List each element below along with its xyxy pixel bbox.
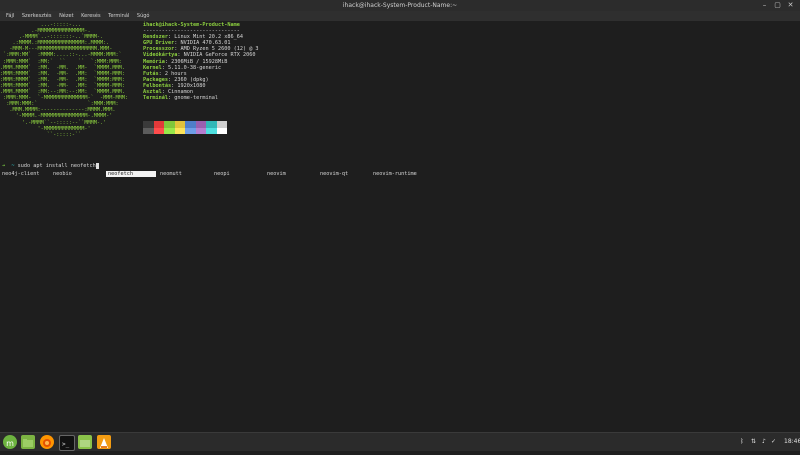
info-key: Futás bbox=[143, 70, 159, 77]
color-swatch bbox=[164, 127, 175, 134]
menu-icon[interactable]: m bbox=[3, 435, 17, 449]
completion-item[interactable]: neovim bbox=[267, 171, 286, 177]
prompt-arrow: ➜ bbox=[2, 163, 6, 169]
svg-text:m: m bbox=[6, 439, 14, 448]
completion-item[interactable]: neopi bbox=[214, 171, 230, 177]
info-value: : gnome-terminal bbox=[168, 95, 218, 102]
completion-item[interactable]: neobio bbox=[53, 171, 72, 177]
svg-text:>_: >_ bbox=[62, 441, 70, 448]
info-key: Memória bbox=[143, 58, 165, 65]
info-key: GPU Driver bbox=[143, 40, 175, 47]
volume-icon[interactable]: ♪ bbox=[762, 436, 766, 448]
completion-item-selected[interactable]: neofetch bbox=[106, 171, 156, 178]
completion-item[interactable]: neovim-qt bbox=[320, 171, 348, 177]
info-value: : 2306MiB / 15928MiB bbox=[164, 58, 228, 65]
command-line[interactable]: ➜ ~ sudo apt install neofetch bbox=[2, 163, 99, 169]
updates-icon[interactable]: ✓ bbox=[771, 436, 776, 448]
menu-view[interactable]: Nézet bbox=[59, 13, 73, 19]
completion-item[interactable]: neo4j-client bbox=[2, 171, 39, 177]
terminal-icon[interactable]: >_ bbox=[59, 435, 75, 451]
window-title: ihack@ihack-System-Product-Name:~ bbox=[342, 2, 458, 9]
info-value: : 5.11.0-38-generic bbox=[161, 64, 222, 71]
close-icon[interactable]: ✕ bbox=[786, 1, 795, 10]
mint-ascii-logo: ...-:::::-... .-MMMMMMMMMMMMMMM-. .-MMMM… bbox=[0, 22, 129, 138]
info-value: : Linux Mint 20.2 x86_64 bbox=[168, 34, 243, 41]
info-key: Packages bbox=[143, 76, 168, 83]
prompt-dir: ~ bbox=[11, 163, 15, 169]
firefox-icon[interactable] bbox=[40, 435, 54, 449]
info-key: Videókártya bbox=[143, 52, 178, 59]
color-swatch bbox=[195, 127, 206, 134]
taskbar: m >_ ᛒ ⇅ ♪ ✓ 18:46 bbox=[0, 432, 800, 451]
info-key: Kernel bbox=[143, 64, 162, 71]
network-icon[interactable]: ⇅ bbox=[751, 436, 756, 448]
text-cursor bbox=[95, 163, 99, 169]
completion-item[interactable]: neovim-runtime bbox=[373, 171, 417, 177]
window-titlebar[interactable]: ihack@ihack-System-Product-Name:~ – ▢ ✕ bbox=[0, 0, 800, 11]
minimize-icon[interactable]: – bbox=[760, 1, 769, 10]
terminal-area[interactable]: ...-:::::-... .-MMMMMMMMMMMMMMM-. .-MMMM… bbox=[0, 21, 800, 432]
color-swatch bbox=[153, 127, 164, 134]
info-value: : NVIDIA GeForce RTX 2060 bbox=[177, 52, 256, 59]
color-swatch bbox=[143, 127, 154, 134]
completion-item[interactable]: neomutt bbox=[160, 171, 182, 177]
menu-help[interactable]: Súgó bbox=[137, 13, 150, 19]
vlc-icon[interactable] bbox=[97, 435, 111, 449]
info-key: Felbontás bbox=[143, 82, 172, 89]
menu-search[interactable]: Keresés bbox=[81, 13, 100, 19]
info-field: Terminál: gnome-terminal bbox=[143, 95, 259, 101]
color-swatch bbox=[174, 127, 185, 134]
info-key: Terminál bbox=[143, 95, 168, 102]
bluetooth-icon[interactable]: ᛒ bbox=[740, 436, 744, 448]
command-text: sudo apt install neofetch bbox=[17, 163, 96, 169]
info-value: : NVIDIA 470.63.01 bbox=[174, 40, 231, 47]
maximize-icon[interactable]: ▢ bbox=[773, 1, 782, 10]
menu-terminal[interactable]: Terminál bbox=[108, 13, 129, 19]
color-swatch bbox=[216, 127, 227, 134]
color-palette bbox=[143, 121, 227, 134]
menubar: Fájl Szerkesztés Nézet Keresés Terminál … bbox=[0, 11, 800, 21]
info-value: : 1920x1080 bbox=[171, 82, 206, 89]
color-swatch bbox=[206, 127, 217, 134]
color-swatch bbox=[185, 127, 196, 134]
files-icon[interactable] bbox=[21, 435, 35, 449]
menu-file[interactable]: Fájl bbox=[6, 13, 14, 19]
clock[interactable]: 18:46 bbox=[784, 436, 800, 448]
menu-edit[interactable]: Szerkesztés bbox=[22, 13, 52, 19]
folder-icon[interactable] bbox=[78, 435, 92, 449]
info-value: : 2360 (dpkg) bbox=[168, 76, 209, 83]
neofetch-info: ihack@ihack-System-Product-Name --------… bbox=[143, 22, 259, 101]
info-value: : 2 hours bbox=[158, 70, 187, 77]
info-key: Rendszer bbox=[143, 34, 168, 41]
